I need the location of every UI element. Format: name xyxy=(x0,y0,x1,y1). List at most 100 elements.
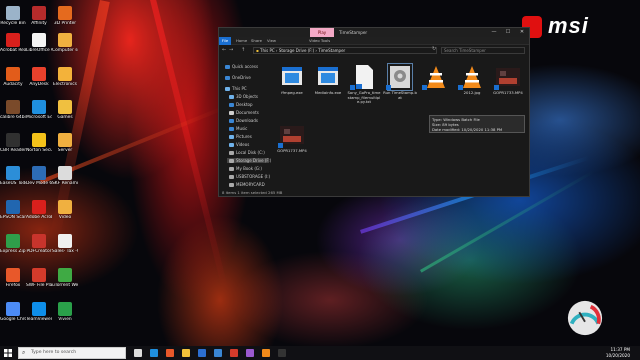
file-name: ffmpeg.exe xyxy=(281,90,303,95)
desktop-icon[interactable]: Games xyxy=(52,100,78,120)
maximize-button[interactable]: ☐ xyxy=(501,28,515,37)
desktop-icon-label: Games xyxy=(57,115,73,120)
forward-button[interactable]: → xyxy=(229,47,233,53)
desktop-icon[interactable]: SWF File Player xyxy=(26,268,52,288)
app-icon xyxy=(6,268,20,282)
refresh-button[interactable]: ↻ xyxy=(432,46,436,52)
desktop-icon-label: Google Chrome xyxy=(0,317,26,322)
nav-item[interactable]: Quick access xyxy=(225,64,258,69)
desktop-icon[interactable]: Server xyxy=(52,133,78,153)
media-icon[interactable] xyxy=(230,349,238,357)
breadcrumb-this-pc[interactable]: This PC xyxy=(260,48,275,53)
file-item[interactable]: Sony_GoPro_timestamp_filemultiple.py.txt xyxy=(347,64,381,105)
nav-item[interactable]: Downloads xyxy=(229,118,258,123)
desktop-icon[interactable]: Computer software xyxy=(52,33,78,53)
nav-item[interactable]: OneDrive xyxy=(225,75,251,80)
desktop-icon[interactable]: Recycle Bin xyxy=(0,6,26,26)
desktop-icon[interactable]: EaseUS Todo Backup Free xyxy=(0,166,26,186)
nav-item-label: Music xyxy=(236,126,248,131)
folder-icon xyxy=(229,135,234,139)
file-item[interactable]: GOPR1733.MP4 xyxy=(491,64,525,96)
nav-item[interactable]: USBSTORAGE (I:) xyxy=(229,174,270,179)
desktop-icon[interactable]: Firefox xyxy=(0,268,26,288)
desktop-icon[interactable]: Microsoft Edge xyxy=(26,100,52,120)
tab-video-tools[interactable]: Video Tools xyxy=(309,37,330,45)
tab-file[interactable]: File xyxy=(219,37,231,45)
desktop-icon[interactable]: 3D Printer xyxy=(52,6,78,26)
task-view-icon[interactable] xyxy=(134,349,142,357)
app-icon xyxy=(6,67,20,81)
tab-share[interactable]: Share xyxy=(251,37,262,45)
nav-item[interactable]: Local Disk (C:) xyxy=(229,150,265,155)
desktop-icon-label: uTorrent Web xyxy=(52,283,78,288)
desktop-icon[interactable]: Express Zip File Compr... xyxy=(0,234,26,254)
desktop-icon[interactable]: LibreOffice 6.1 xyxy=(26,33,52,53)
folder-icon xyxy=(229,159,234,163)
desktop-icon[interactable]: Dev Mode 64bit xyxy=(26,166,52,186)
desktop-icon[interactable]: uTorrent Web xyxy=(52,268,78,288)
desktop-icon[interactable]: AnyDesk xyxy=(26,67,52,87)
breadcrumb-timestamper[interactable]: TimeStamper xyxy=(318,48,345,53)
tab-view[interactable]: View xyxy=(267,37,276,45)
terminal-icon[interactable] xyxy=(278,349,286,357)
title-bar[interactable]: Play TimeStamper — ☐ ✕ xyxy=(219,28,529,37)
file-explorer-window[interactable]: Play TimeStamper — ☐ ✕ File Home Share V… xyxy=(218,27,530,197)
nav-item[interactable]: Pictures xyxy=(229,134,252,139)
nav-item[interactable]: This PC xyxy=(225,86,247,91)
nav-item[interactable]: Videos xyxy=(229,142,249,147)
back-button[interactable]: ← xyxy=(222,47,226,53)
close-button[interactable]: ✕ xyxy=(515,28,529,37)
file-item[interactable] xyxy=(419,64,453,91)
clock[interactable]: 11:37 PM 10/20/2020 xyxy=(606,347,630,358)
explorer-icon[interactable] xyxy=(182,349,190,357)
desktop-icon[interactable]: SKF Renamin... xyxy=(52,166,78,186)
breadcrumb-storage-drive[interactable]: Storage Drive (F:) xyxy=(279,48,314,53)
folder-icon xyxy=(225,76,230,80)
desktop-icon[interactable]: Sales- Tax -C... xyxy=(52,234,78,254)
app-icon[interactable] xyxy=(246,349,254,357)
desktop-icon[interactable]: Affinity xyxy=(26,6,52,26)
desktop-icon[interactable]: EPSON Scan xyxy=(0,200,26,220)
mail-icon[interactable] xyxy=(214,349,222,357)
file-item[interactable]: Run TimeStamp.bat xyxy=(383,63,417,100)
up-button[interactable]: ↑ xyxy=(241,47,245,53)
edge-icon[interactable] xyxy=(150,349,158,357)
desktop-icon[interactable]: PDFCreator xyxy=(26,234,52,254)
nav-item[interactable]: Documents xyxy=(229,110,259,115)
taskbar-search[interactable]: ⌕ Type here to search xyxy=(18,347,126,359)
minimize-button[interactable]: — xyxy=(487,28,501,37)
nav-item[interactable]: MEMORYCARD xyxy=(229,182,265,187)
desktop-icon[interactable]: Adobe Acrobat xyxy=(26,200,52,220)
nav-item[interactable]: Desktop xyxy=(229,102,253,107)
file-item[interactable]: GOPR1737.MP4 xyxy=(275,122,309,154)
desktop-icon[interactable]: calibre 64bit - E-book ma... xyxy=(0,100,26,120)
desktop-icon[interactable]: TeamViewer xyxy=(26,302,52,322)
nav-item[interactable]: 3D Objects xyxy=(229,94,258,99)
file-item[interactable]: Mediainfo.exe xyxy=(311,64,345,96)
vlc-icon[interactable] xyxy=(262,349,270,357)
desktop-icon[interactable]: Vivien xyxy=(52,302,78,322)
system-tray[interactable]: 11:37 PM 10/20/2020 xyxy=(576,347,636,359)
store-icon[interactable] xyxy=(198,349,206,357)
nav-item-label: Downloads xyxy=(236,118,258,123)
desktop-icon[interactable]: Video xyxy=(52,200,78,220)
windows-start-icon[interactable] xyxy=(4,349,12,357)
desktop-icon[interactable]: Acrobat Reader DC xyxy=(0,33,26,53)
video-file-icon xyxy=(278,122,304,148)
file-item[interactable]: 2012.jpg xyxy=(455,64,489,96)
nav-item[interactable]: Storage Drive (F:) xyxy=(227,158,271,163)
desktop-icon[interactable]: Audacity xyxy=(0,67,26,87)
desktop-icon[interactable]: Norton Securi... xyxy=(26,133,52,153)
address-bar[interactable]: ▪ This PC › Storage Drive (F:) › TimeSta… xyxy=(253,47,437,54)
file-item[interactable]: ffmpeg.exe xyxy=(275,64,309,96)
msi-logo: msi xyxy=(522,13,622,38)
firefox-icon[interactable] xyxy=(166,349,174,357)
search-input[interactable]: Search TimeStamper xyxy=(441,47,525,54)
tab-home[interactable]: Home xyxy=(236,37,247,45)
desktop-icon[interactable]: CBR Reader xyxy=(0,133,26,153)
nav-item[interactable]: My Book (G:) xyxy=(229,166,262,171)
tools-tab-play[interactable]: Play xyxy=(310,28,334,37)
desktop-icon[interactable]: Electronics xyxy=(52,67,78,87)
nav-item[interactable]: Music xyxy=(229,126,247,131)
desktop-icon[interactable]: Google Chrome xyxy=(0,302,26,322)
